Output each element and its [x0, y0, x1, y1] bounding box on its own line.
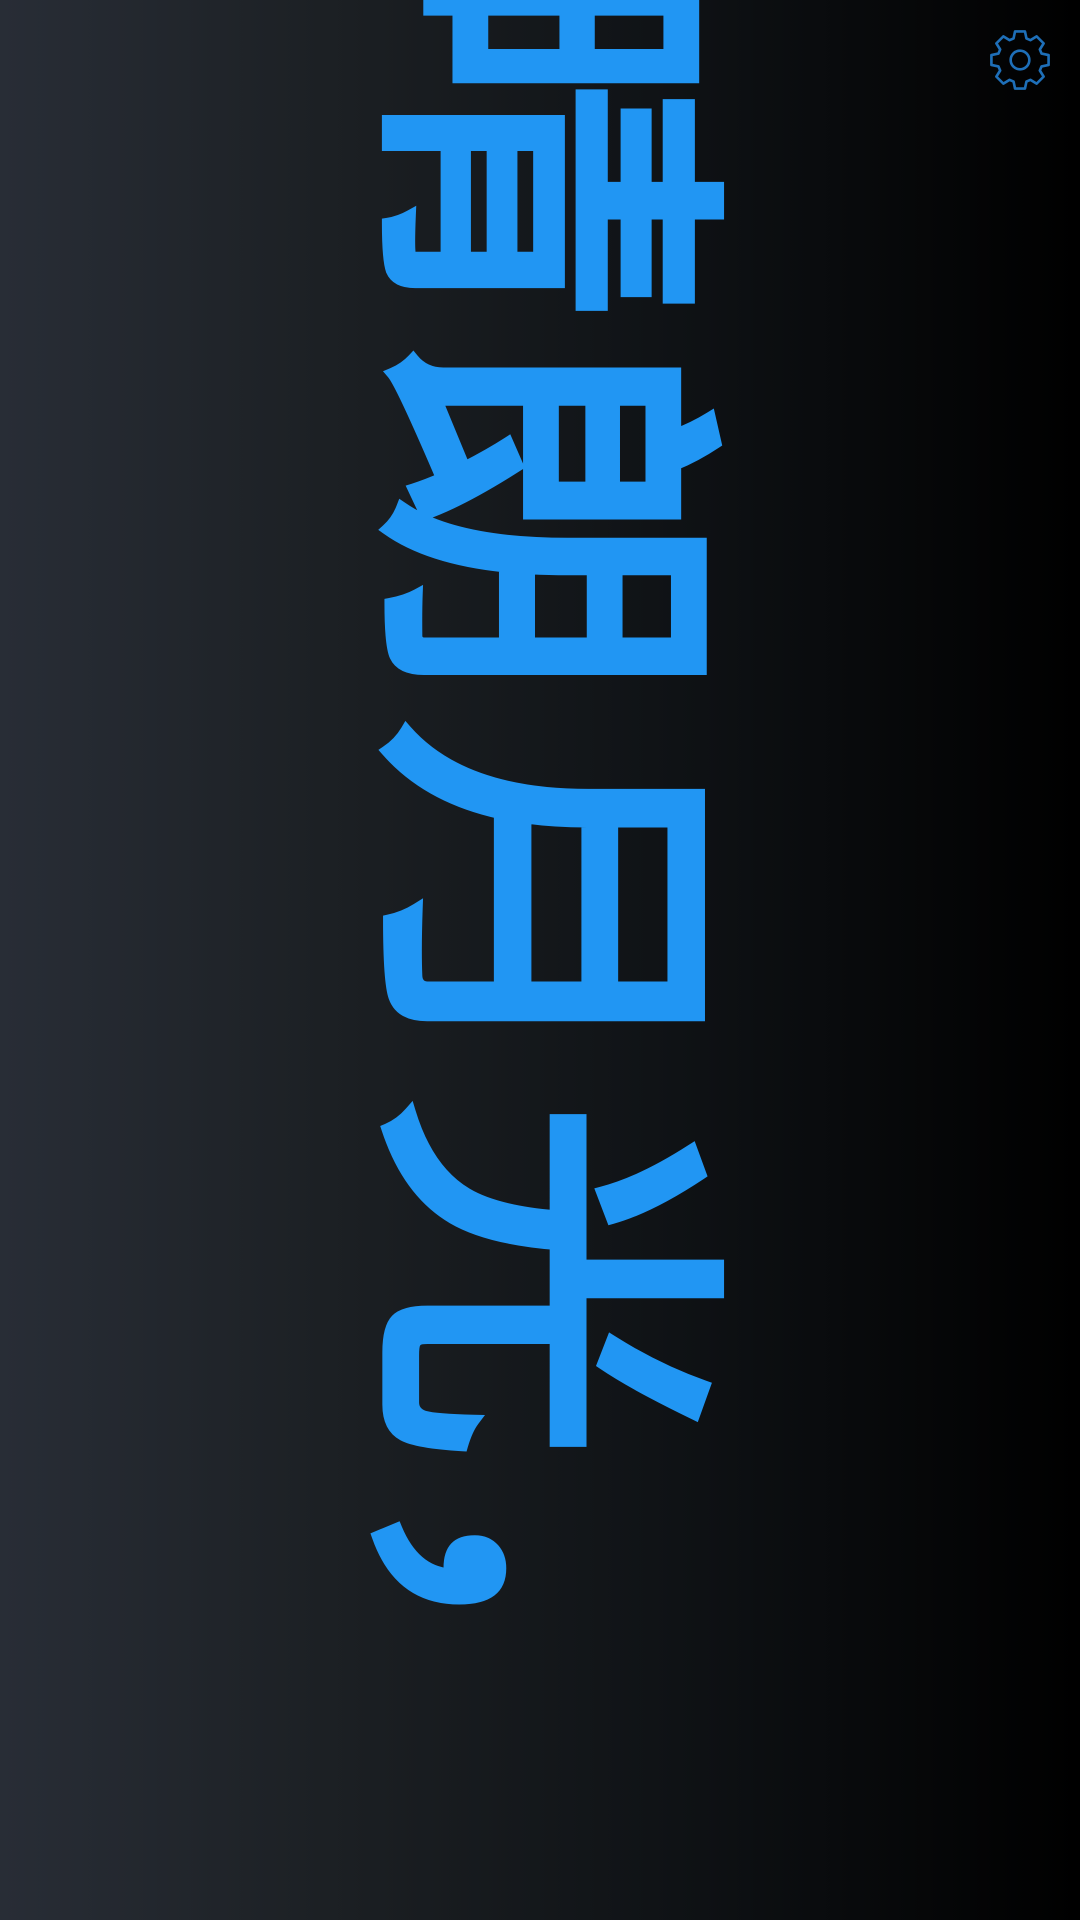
marquee-screen: 晴朗月光， [0, 0, 1080, 1920]
marquee-text: 晴朗月光， [331, 0, 750, 1860]
marquee-text-container: 晴朗月光， [320, 0, 760, 1920]
gear-icon [990, 30, 1050, 90]
settings-button[interactable] [984, 24, 1056, 96]
